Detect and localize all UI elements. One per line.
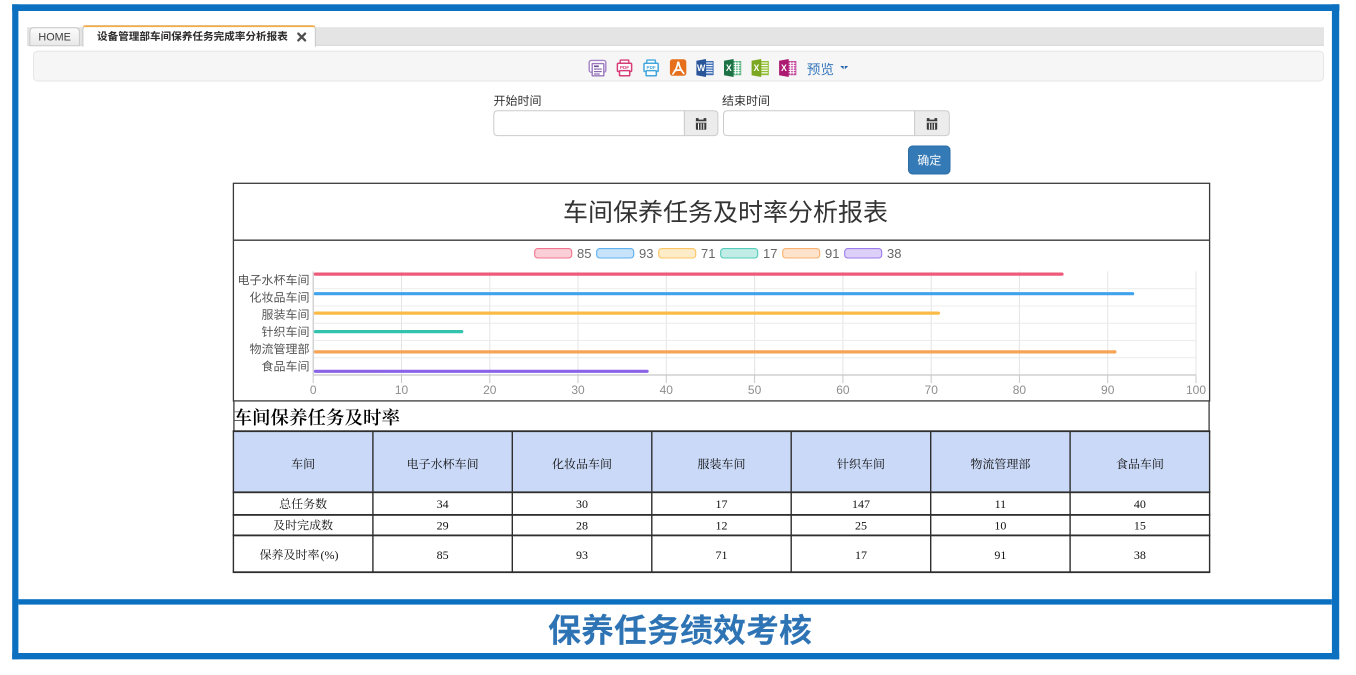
svg-text:80: 80 — [1013, 383, 1027, 397]
svg-text:34: 34 — [437, 497, 449, 511]
svg-text:10: 10 — [994, 519, 1006, 533]
svg-text:40: 40 — [1134, 497, 1146, 511]
svg-text:0: 0 — [310, 383, 317, 397]
svg-text:40: 40 — [660, 383, 674, 397]
svg-text:10: 10 — [395, 383, 409, 397]
svg-text:71: 71 — [716, 548, 728, 562]
svg-text:(%): (%) — [321, 548, 339, 562]
svg-text:17: 17 — [763, 246, 777, 261]
svg-text:PDF: PDF — [620, 65, 629, 70]
svg-text:71: 71 — [701, 246, 715, 261]
svg-text:38: 38 — [887, 246, 901, 261]
svg-text:93: 93 — [576, 548, 588, 562]
svg-text:25: 25 — [855, 519, 867, 533]
svg-text:X: X — [726, 63, 732, 73]
svg-text:HOME: HOME — [38, 31, 70, 43]
svg-text:11: 11 — [995, 497, 1007, 511]
svg-text:17: 17 — [855, 548, 867, 562]
svg-text:30: 30 — [576, 497, 588, 511]
svg-text:X: X — [781, 63, 787, 73]
svg-text:90: 90 — [1101, 383, 1115, 397]
svg-text:X: X — [753, 63, 759, 73]
svg-text:91: 91 — [825, 246, 839, 261]
svg-text:30: 30 — [571, 383, 585, 397]
svg-text:85: 85 — [577, 246, 591, 261]
svg-text:85: 85 — [437, 548, 449, 562]
svg-text:91: 91 — [994, 548, 1006, 562]
svg-text:12: 12 — [716, 519, 728, 533]
svg-text:50: 50 — [748, 383, 762, 397]
svg-text:70: 70 — [925, 383, 939, 397]
svg-text:29: 29 — [437, 519, 449, 533]
svg-text:28: 28 — [576, 519, 588, 533]
svg-text:PDF: PDF — [647, 65, 656, 70]
svg-text:60: 60 — [836, 383, 850, 397]
svg-text:W: W — [697, 63, 706, 73]
svg-text:38: 38 — [1134, 548, 1146, 562]
svg-text:93: 93 — [639, 246, 653, 261]
svg-text:100: 100 — [1186, 383, 1206, 397]
svg-text:147: 147 — [852, 497, 870, 511]
svg-text:20: 20 — [483, 383, 497, 397]
svg-text:17: 17 — [716, 497, 728, 511]
svg-text:15: 15 — [1134, 519, 1146, 533]
